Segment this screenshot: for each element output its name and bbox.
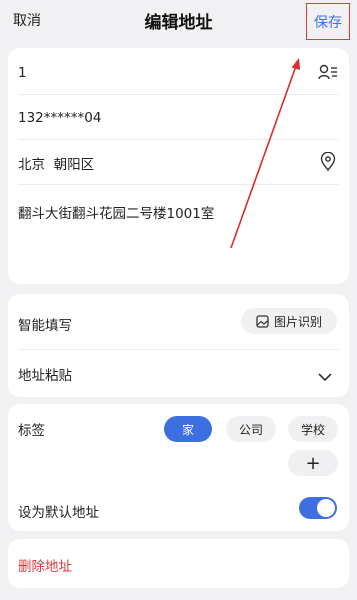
chevron-down-icon[interactable] (318, 367, 332, 386)
name-field[interactable]: 1 (18, 65, 27, 81)
tags-card: 标签 家 公司 学校 + 设为默认地址 (8, 404, 349, 531)
tag-company[interactable]: 公司 (226, 416, 276, 442)
tag-home[interactable]: 家 (164, 416, 212, 442)
contacts-icon[interactable] (318, 64, 338, 84)
image-recognition-button[interactable]: 图片识别 (241, 308, 337, 334)
default-address-label: 设为默认地址 (18, 505, 99, 521)
tag-school[interactable]: 学校 (288, 416, 338, 442)
toggle-knob (317, 499, 335, 517)
detail-address-field[interactable]: 翻斗大街翻斗花园二号楼1001室 (18, 202, 214, 222)
image-recognition-label: 图片识别 (273, 314, 322, 329)
image-icon (256, 314, 269, 328)
smart-fill-card: 智能填写 图片识别 地址粘贴 (8, 294, 349, 397)
save-button[interactable]: 保存 (306, 3, 350, 40)
delete-card: 删除地址 (8, 539, 349, 588)
smart-fill-label: 智能填写 (18, 318, 72, 334)
default-address-toggle[interactable] (299, 497, 337, 519)
delete-address-button[interactable]: 删除地址 (18, 555, 72, 575)
address-form-card: 1 132******04 北京 朝阳区 翻斗大街翻斗花园二号楼1001室 (8, 48, 349, 284)
phone-field[interactable]: 132******04 (18, 110, 101, 126)
add-tag-button[interactable]: + (288, 450, 338, 476)
page-title: 编辑地址 (144, 13, 213, 33)
header-bar: 取消 编辑地址 保存 (0, 0, 357, 40)
location-pin-icon[interactable] (320, 151, 336, 175)
tags-label: 标签 (18, 423, 45, 439)
address-paste-label[interactable]: 地址粘贴 (18, 364, 72, 384)
region-field[interactable]: 北京 朝阳区 (18, 153, 94, 173)
